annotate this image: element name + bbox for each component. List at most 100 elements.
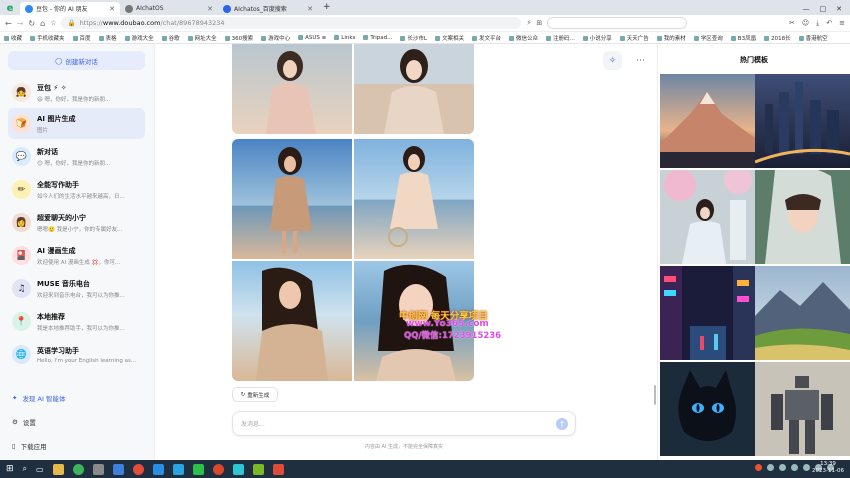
sidebar-bot-item[interactable]: ✏ 全能写作助手 如今人们的生活水平越来越高，日... — [8, 174, 145, 205]
bookmark-item[interactable]: 注册码... — [546, 34, 575, 42]
send-button[interactable]: ↑ — [556, 418, 568, 430]
regenerate-button[interactable]: ↻ 重新生成 — [232, 387, 278, 402]
favorites-icon[interactable]: ☆ — [50, 19, 56, 27]
task-view-icon[interactable]: ▭ — [36, 465, 44, 474]
bookmark-item[interactable]: 360搜索 — [225, 34, 254, 42]
bookmark-item[interactable]: 我的素材 — [657, 34, 686, 42]
template-veil-portrait[interactable] — [755, 170, 850, 264]
discover-agents-link[interactable]: ✦ 发现 AI 智能体 — [12, 393, 65, 403]
wechat-icon[interactable] — [192, 463, 204, 475]
file-explorer-icon[interactable] — [52, 463, 64, 475]
undo-icon[interactable]: ↶ — [826, 19, 832, 28]
qq-browser-icon[interactable] — [112, 463, 124, 475]
share-icon[interactable]: ⚡ — [526, 19, 531, 27]
template-black-cat[interactable] — [660, 362, 755, 456]
search-icon[interactable]: ⌕ — [23, 464, 27, 474]
sidebar-bot-item[interactable]: 👧 豆包 ⚡ ✧ 😆 嗯，你好，我是你的新朋... — [8, 77, 145, 108]
bookmark-item[interactable]: 文案相关 — [435, 34, 464, 42]
minimize-window-icon[interactable]: — — [803, 5, 810, 13]
input-method-icon[interactable] — [755, 464, 762, 471]
bookmark-item[interactable]: 2018长 — [764, 34, 791, 42]
bookmark-item[interactable]: 微信公众 — [509, 34, 538, 42]
generated-image[interactable] — [232, 44, 352, 134]
tab-doubao[interactable]: 豆包 - 你的 AI 朋友 ✕ — [20, 2, 120, 15]
bookmark-item[interactable]: 长沙市L — [400, 34, 427, 42]
grid-icon[interactable]: ⊞ — [536, 19, 542, 27]
bookmark-item[interactable]: 百度 — [73, 34, 91, 42]
mouse-app-icon[interactable] — [92, 463, 104, 475]
download-icon[interactable]: ⤓ — [816, 19, 819, 28]
bookmark-item[interactable]: Links — [334, 35, 355, 41]
close-tab-icon[interactable]: ✕ — [207, 5, 213, 13]
browser-taskbar-icon[interactable] — [72, 463, 84, 475]
message-input[interactable]: 发消息... ↑ — [232, 411, 576, 436]
template-mountain-valley[interactable] — [755, 266, 850, 360]
template-hanfu-girl[interactable] — [660, 170, 755, 264]
back-icon[interactable]: ← — [5, 19, 12, 28]
tray-icon[interactable] — [767, 464, 774, 471]
sparkle-settings-icon[interactable]: ✧ — [603, 51, 622, 70]
sidebar-bot-item[interactable]: 🎴 AI 漫画生成 欢迎使用 AI 漫画生成 💢，你可... — [8, 240, 145, 271]
bookmark-item[interactable]: ASUS ≡ — [298, 35, 326, 41]
bookmark-item[interactable]: 发文平台 — [472, 34, 501, 42]
bookmark-item[interactable]: 香港航空 — [799, 34, 828, 42]
close-tab-icon[interactable]: ✕ — [109, 5, 115, 13]
scrollbar[interactable] — [654, 385, 656, 405]
sidebar-bot-item[interactable]: 🍞 AI 图片生成 图片 — [8, 108, 145, 139]
chrome-icon[interactable] — [132, 463, 144, 475]
sidebar-bot-item[interactable]: 📍 本地推荐 我是本地推荐助手，我可以为你推... — [8, 306, 145, 337]
forward-icon[interactable]: → — [17, 19, 24, 28]
sidebar-bot-item[interactable]: ♫ MUSE 音乐电台 欢迎来到音乐电台，我可以为你推... — [8, 273, 145, 304]
bookmark-item[interactable]: 学区查询 — [694, 34, 723, 42]
sidebar-bot-item[interactable]: 🌐 英语学习助手 Hello, I'm your English learning … — [8, 339, 145, 370]
more-options-icon[interactable]: ⋯ — [631, 51, 650, 70]
app-cyan-icon[interactable] — [232, 463, 244, 475]
template-city-night[interactable] — [755, 74, 850, 168]
new-chat-button[interactable]: ◯ 创建新对话 — [8, 51, 145, 70]
user-icon[interactable]: ☺ — [802, 19, 809, 28]
settings-link[interactable]: ⚙ 设置 — [12, 417, 36, 427]
clock[interactable]: 13:39 2023-11-06 — [812, 461, 844, 475]
extension-icon[interactable]: ✂ — [789, 19, 795, 28]
tray-icon[interactable] — [803, 464, 810, 471]
generated-image[interactable] — [354, 44, 474, 134]
reload-icon[interactable]: ↻ — [28, 19, 35, 28]
close-tab-icon[interactable]: ✕ — [307, 5, 313, 13]
download-app-link[interactable]: ▯ 下载应用 — [12, 441, 47, 451]
tray-icon[interactable] — [779, 464, 786, 471]
maximize-window-icon[interactable]: □ — [820, 5, 827, 13]
new-tab-button[interactable]: + — [318, 2, 336, 15]
bookmark-item[interactable]: 小说分享 — [583, 34, 612, 42]
tab-baidu[interactable]: AIchatos_百度搜索 ✕ — [218, 2, 318, 15]
bookmark-item[interactable]: B3凤凰 — [731, 34, 756, 42]
template-neon-street[interactable] — [660, 266, 755, 360]
template-mountain-sunset[interactable] — [660, 74, 755, 168]
home-icon[interactable]: ⌂ — [40, 19, 45, 28]
close-window-icon[interactable]: ✕ — [836, 5, 842, 13]
menu-icon[interactable]: ≡ — [839, 19, 845, 28]
powerpoint-icon[interactable] — [212, 463, 224, 475]
url-field[interactable]: 🔒 https://www.doubao.com/chat/8967894323… — [61, 17, 522, 29]
feishu-icon[interactable] — [172, 463, 184, 475]
bookmark-item[interactable]: 收藏 — [4, 34, 22, 42]
bookmark-item[interactable]: 天天广告 — [620, 34, 649, 42]
calendar-app-icon[interactable] — [152, 463, 164, 475]
template-mech-robot[interactable] — [755, 362, 850, 456]
app-red-icon[interactable] — [272, 463, 284, 475]
tray-icon[interactable] — [791, 464, 798, 471]
bookmark-item[interactable]: 游戏大全 — [125, 34, 154, 42]
bookmark-item[interactable]: Tripad... — [363, 35, 392, 41]
bookmark-item[interactable]: 表格 — [99, 34, 117, 42]
bookmark-item[interactable]: 游戏中心 — [261, 34, 290, 42]
sidebar-bot-item[interactable]: 💬 新对话 😊 嗯，你好，我是你的新朋... — [8, 141, 145, 172]
generated-image[interactable] — [232, 139, 352, 259]
app-green-icon[interactable] — [252, 463, 264, 475]
browser-search-input[interactable] — [547, 17, 688, 29]
tab-aichatos[interactable]: AIchatOS ✕ — [120, 2, 218, 15]
bookmark-item[interactable]: 谷歌 — [162, 34, 180, 42]
generated-image[interactable] — [232, 261, 352, 381]
generated-image[interactable] — [354, 139, 474, 259]
windows-start-icon[interactable]: ⊞ — [6, 464, 14, 474]
bookmark-item[interactable]: 手机收藏夹 — [30, 34, 65, 42]
sidebar-bot-item[interactable]: 👩 超爱聊天的小宁 嗯嗯🙂 我是小宁，你的专属好友... — [8, 207, 145, 238]
